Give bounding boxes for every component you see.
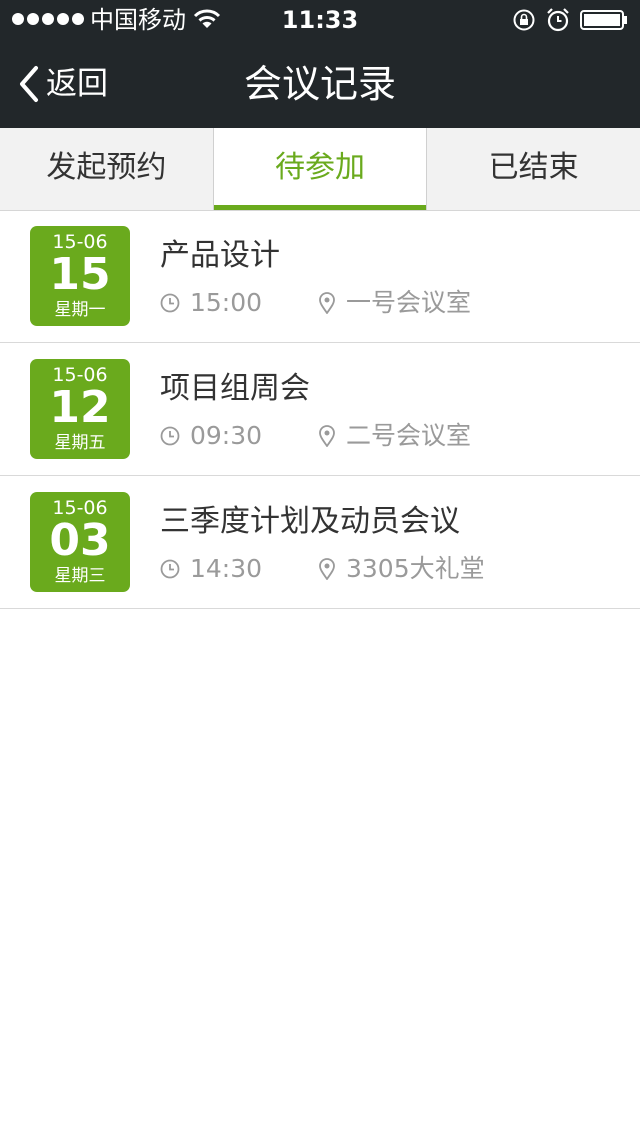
clock-icon [160,559,180,579]
tab-new-booking[interactable]: 发起预约 [0,128,213,210]
alarm-icon [547,8,569,32]
meeting-location: 3305大礼堂 [318,552,485,586]
meeting-location: 一号会议室 [318,286,471,320]
meeting-time-text: 09:30 [190,421,263,450]
meeting-list: 15-06 15 星期一 产品设计 15:00 一号会议室 15-06 12 星… [0,210,640,609]
tab-bar: 发起预约 待参加 已结束 [0,128,640,211]
date-badge: 15-06 15 星期一 [30,226,130,326]
tab-finished[interactable]: 已结束 [426,128,640,210]
meeting-location-text: 二号会议室 [346,421,472,450]
status-time: 11:33 [281,6,359,34]
meeting-location-text: 3305大礼堂 [346,554,485,583]
clock-icon [160,293,180,313]
date-day: 12 [49,382,111,433]
top-bar: 中国移动 11:33 返回 会议记录 [0,0,640,128]
clock-icon [160,426,180,446]
meeting-location: 二号会议室 [318,419,471,453]
meeting-time: 14:30 [160,552,262,586]
navigation-bar: 返回 会议记录 [0,40,640,128]
page-title: 会议记录 [243,62,396,106]
battery-icon [580,10,627,30]
meeting-item[interactable]: 15-06 03 星期三 三季度计划及动员会议 14:30 3305大礼堂 [0,476,640,609]
meeting-time-text: 14:30 [190,554,263,583]
date-weekday: 星期三 [54,566,106,586]
meeting-item[interactable]: 15-06 15 星期一 产品设计 15:00 一号会议室 [0,210,640,343]
date-badge: 15-06 12 星期五 [30,359,130,459]
meeting-time: 09:30 [160,419,262,453]
date-day: 03 [49,515,111,566]
date-weekday: 星期一 [54,300,106,320]
date-day: 15 [49,249,111,300]
meeting-title: 产品设计 [160,238,280,273]
meeting-time-text: 15:00 [190,288,263,317]
meeting-title: 项目组周会 [160,371,310,406]
date-badge: 15-06 03 星期三 [30,492,130,592]
rotation-lock-icon [513,9,535,31]
location-pin-icon [319,425,335,447]
meeting-item[interactable]: 15-06 12 星期五 项目组周会 09:30 二号会议室 [0,343,640,476]
meeting-location-text: 一号会议室 [346,288,472,317]
location-pin-icon [319,558,335,580]
status-bar: 中国移动 11:33 [0,0,640,40]
meeting-title: 三季度计划及动员会议 [160,504,460,539]
date-weekday: 星期五 [54,433,106,453]
meeting-time: 15:00 [160,286,262,320]
location-pin-icon [319,292,335,314]
tab-upcoming[interactable]: 待参加 [212,128,427,210]
